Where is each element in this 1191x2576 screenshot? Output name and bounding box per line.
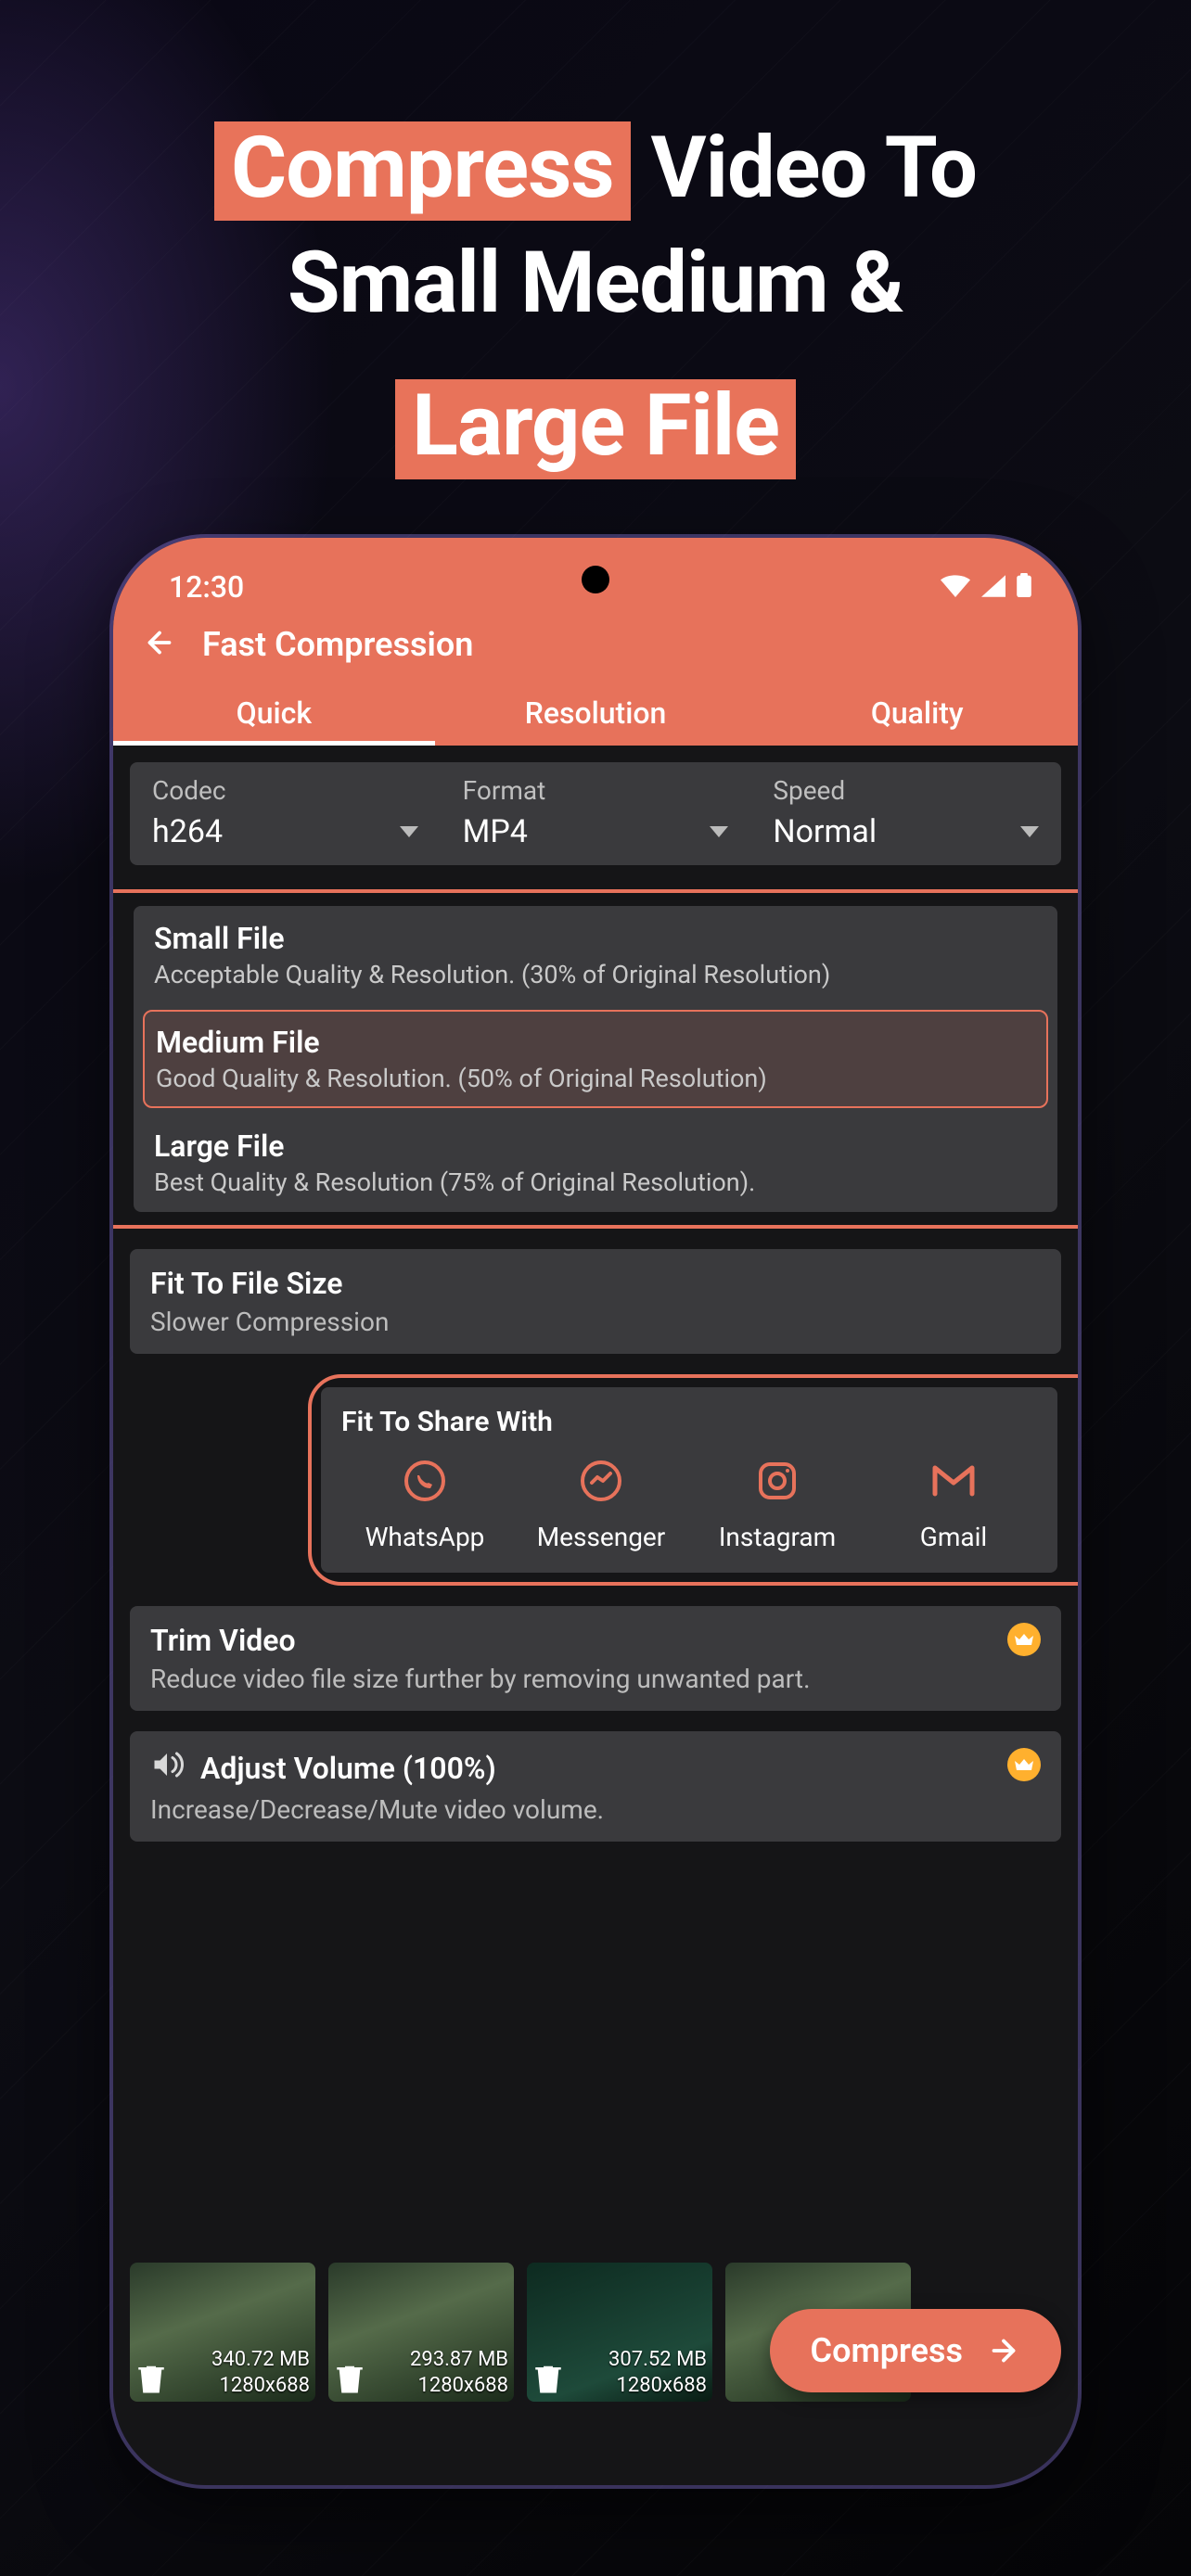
speed-label: Speed — [773, 775, 1039, 806]
thumb-dims: 1280x688 — [532, 2373, 707, 2399]
status-time: 12:30 — [169, 569, 244, 605]
headline-text-1: Video To — [650, 119, 977, 218]
arrow-right-icon — [987, 2334, 1020, 2367]
trim-sub: Reduce video file size further by removi… — [150, 1664, 1041, 1694]
battery-icon — [1017, 569, 1031, 605]
share-gmail-label: Gmail — [870, 1522, 1037, 1552]
video-thumbnail[interactable]: 293.87 MB 1280x688 — [328, 2263, 514, 2402]
chevron-down-icon — [400, 826, 418, 837]
share-instagram[interactable]: Instagram — [694, 1455, 861, 1552]
signal-icon — [981, 569, 1005, 605]
phone-frame: 12:30 Fast Compression Quick Resolution … — [113, 538, 1078, 2485]
callout-presets: Small File Acceptable Quality & Resoluti… — [113, 889, 1078, 1229]
tab-resolution[interactable]: Resolution — [435, 679, 757, 746]
preset-large-sub: Best Quality & Resolution (75% of Origin… — [154, 1167, 1037, 1197]
preset-medium-title: Medium File — [156, 1025, 1035, 1060]
headline-highlight-1: Compress — [214, 121, 631, 221]
thumb-dims: 1280x688 — [135, 2373, 310, 2399]
volume-sub: Increase/Decrease/Mute video volume. — [150, 1794, 1041, 1825]
thumb-size: 293.87 MB — [334, 2347, 508, 2373]
page-title: Fast Compression — [202, 625, 473, 664]
share-title: Fit To Share With — [341, 1406, 1037, 1438]
camera-hole — [582, 566, 609, 593]
format-dropdown[interactable]: Format MP4 — [441, 770, 751, 850]
share-messenger[interactable]: Messenger — [518, 1455, 685, 1552]
headline-text-2: Small Medium & — [0, 226, 1191, 341]
messenger-icon — [575, 1455, 627, 1507]
gmail-icon — [928, 1455, 980, 1507]
app-bar: Fast Compression — [113, 614, 1078, 679]
trim-title: Trim Video — [150, 1623, 1041, 1658]
preset-medium-sub: Good Quality & Resolution. (50% of Origi… — [156, 1064, 1035, 1093]
volume-icon — [150, 1748, 184, 1789]
fit-to-size-card[interactable]: Fit To File Size Slower Compression — [130, 1249, 1061, 1354]
preset-large-title: Large File — [154, 1129, 1037, 1164]
format-value: MP4 — [463, 813, 528, 850]
chevron-down-icon — [710, 826, 728, 837]
status-bar: 12:30 — [113, 560, 1078, 614]
share-instagram-label: Instagram — [694, 1522, 861, 1552]
codec-dropdown[interactable]: Codec h264 — [130, 770, 441, 850]
chevron-down-icon — [1020, 826, 1039, 837]
preset-small[interactable]: Small File Acceptable Quality & Resoluti… — [134, 906, 1057, 1004]
share-gmail[interactable]: Gmail — [870, 1455, 1037, 1552]
format-label: Format — [463, 775, 729, 806]
wifi-icon — [941, 569, 970, 605]
codec-value: h264 — [152, 813, 223, 850]
fit-to-size-sub: Slower Compression — [150, 1307, 1041, 1337]
volume-title: Adjust Volume (100%) — [200, 1751, 496, 1786]
marketing-headline: Compress Video To Small Medium & Large F… — [0, 111, 1191, 485]
compress-button[interactable]: Compress — [770, 2309, 1061, 2392]
callout-share: Fit To Share With WhatsApp Messenger — [308, 1374, 1078, 1586]
speed-value: Normal — [773, 813, 877, 850]
fit-to-size-title: Fit To File Size — [150, 1266, 1041, 1301]
share-whatsapp[interactable]: WhatsApp — [341, 1455, 508, 1552]
tab-quality[interactable]: Quality — [756, 679, 1078, 746]
adjust-volume-card[interactable]: Adjust Volume (100%) Increase/Decrease/M… — [130, 1731, 1061, 1842]
trim-video-card[interactable]: Trim Video Reduce video file size furthe… — [130, 1606, 1061, 1711]
crown-icon — [1007, 1623, 1041, 1656]
crown-icon — [1007, 1748, 1041, 1781]
speed-dropdown[interactable]: Speed Normal — [750, 770, 1061, 850]
share-whatsapp-label: WhatsApp — [341, 1522, 508, 1552]
headline-highlight-2: Large File — [395, 379, 796, 478]
back-button[interactable] — [143, 626, 176, 663]
preset-medium[interactable]: Medium File Good Quality & Resolution. (… — [143, 1010, 1048, 1108]
encoding-options: Codec h264 Format MP4 Speed Normal — [130, 762, 1061, 865]
share-messenger-label: Messenger — [518, 1522, 685, 1552]
instagram-icon — [751, 1455, 803, 1507]
preset-small-sub: Acceptable Quality & Resolution. (30% of… — [154, 960, 1037, 989]
thumb-dims: 1280x688 — [334, 2373, 508, 2399]
video-thumbnail[interactable]: 340.72 MB 1280x688 — [130, 2263, 315, 2402]
share-card: Fit To Share With WhatsApp Messenger — [321, 1387, 1057, 1573]
preset-large[interactable]: Large File Best Quality & Resolution (75… — [134, 1114, 1057, 1212]
preset-list: Small File Acceptable Quality & Resoluti… — [134, 906, 1057, 1212]
tab-quick[interactable]: Quick — [113, 679, 435, 746]
thumb-size: 340.72 MB — [135, 2347, 310, 2373]
preset-small-title: Small File — [154, 921, 1037, 956]
video-thumbnail[interactable]: 307.52 MB 1280x688 — [527, 2263, 712, 2402]
thumb-size: 307.52 MB — [532, 2347, 707, 2373]
codec-label: Codec — [152, 775, 418, 806]
whatsapp-icon — [399, 1455, 451, 1507]
tabs: Quick Resolution Quality — [113, 679, 1078, 746]
compress-label: Compress — [811, 2331, 963, 2370]
